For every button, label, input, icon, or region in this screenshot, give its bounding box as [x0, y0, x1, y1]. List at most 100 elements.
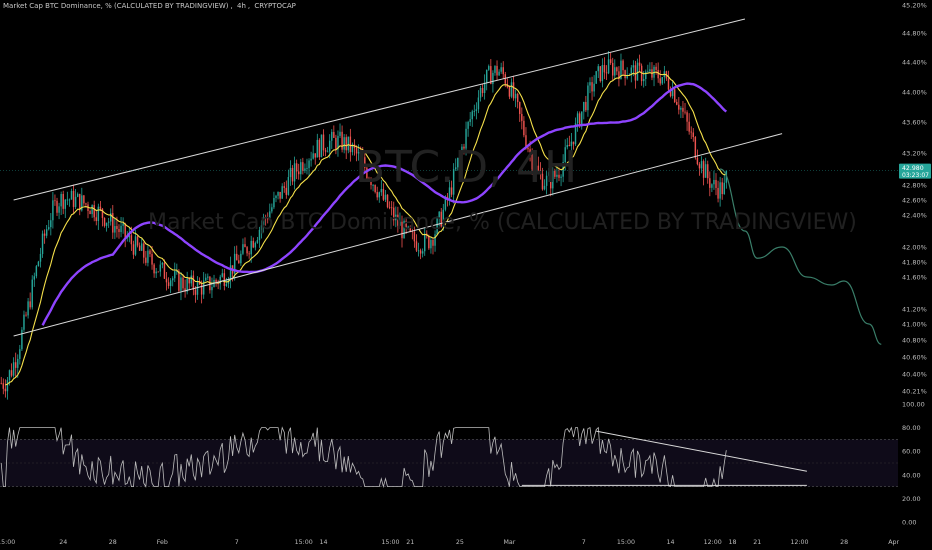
candle-body: [174, 271, 176, 279]
candle-body: [485, 69, 488, 83]
candle: [281, 183, 283, 199]
candle: [680, 106, 682, 119]
time-tick-label: 7: [582, 539, 586, 546]
projection-path[interactable]: [719, 168, 882, 345]
candle-body: [287, 177, 290, 195]
candle: [430, 237, 432, 254]
candle-body: [500, 67, 502, 72]
candle-body: [145, 257, 147, 263]
candle-body: [715, 179, 717, 188]
candle-body: [723, 182, 725, 195]
candle: [316, 133, 319, 158]
price-tick-label: 43.20%: [902, 150, 927, 158]
candle: [107, 217, 110, 228]
candle-body: [479, 87, 482, 98]
candle-body: [707, 164, 709, 179]
price-axis[interactable]: 45.20% 44.80% 44.40% 44.00% 43.60% 43.20% 42.8…: [899, 2, 931, 396]
candle: [54, 194, 56, 206]
candle-body: [488, 66, 490, 70]
candle: [60, 191, 62, 215]
price-tick-label: 42.40%: [902, 212, 927, 220]
oscillator-axis[interactable]: 100.00 80.00 60.00 40.00 20.00 0.00: [902, 401, 925, 527]
candle-body: [153, 264, 155, 274]
candle-body: [12, 362, 15, 376]
candle-body: [649, 69, 651, 72]
candle-body: [603, 65, 606, 73]
candle: [56, 197, 58, 217]
candle: [66, 191, 69, 206]
candle: [256, 236, 259, 244]
price-tick-label: 42.80%: [902, 182, 927, 190]
candle-body: [293, 163, 296, 182]
time-tick-label: 18: [729, 539, 737, 546]
candle: [52, 191, 54, 229]
candle: [169, 278, 172, 294]
candle: [176, 263, 178, 275]
candle-body: [496, 65, 498, 76]
candle: [611, 57, 614, 81]
candle-body: [680, 107, 682, 110]
candle: [322, 129, 325, 157]
candle-body: [339, 131, 341, 136]
current-price-badge: 42.98003:23:07: [899, 163, 931, 179]
candle-body: [171, 278, 174, 281]
price-tick-label: 40.40%: [902, 371, 927, 379]
candle: [153, 263, 155, 278]
candle-body: [273, 198, 275, 208]
candle: [277, 191, 279, 200]
candle: [490, 59, 492, 85]
candle: [207, 273, 209, 281]
candle-body: [136, 236, 139, 246]
candle: [48, 220, 50, 231]
candle: [488, 64, 490, 71]
candle-body: [64, 199, 67, 209]
oscillator-pane[interactable]: [0, 426, 898, 489]
candle-body: [324, 150, 327, 152]
candle: [0, 376, 2, 385]
candle-body: [194, 289, 197, 295]
price-tick-label: 42.00%: [902, 244, 927, 252]
candle: [704, 157, 707, 178]
candle-body: [605, 72, 608, 74]
candle: [326, 146, 329, 153]
chart-canvas[interactable]: 45.20% 44.80% 44.40% 44.00% 43.60% 43.20% 42.8…: [0, 0, 932, 550]
candle: [692, 128, 695, 142]
candle: [291, 165, 294, 186]
candle-body: [155, 271, 157, 274]
header-title: Market Cap BTC Dominance, % (CALCULATED …: [3, 2, 229, 10]
candle-body: [205, 277, 207, 281]
candle: [4, 379, 7, 398]
candle-body: [25, 314, 27, 316]
candle-body: [72, 190, 75, 207]
candle-body: [169, 280, 172, 287]
candle-body: [35, 266, 38, 277]
candle: [171, 276, 174, 287]
candle-body: [39, 253, 42, 262]
time-tick-label: 15:00: [381, 539, 399, 546]
candle-body: [161, 262, 164, 265]
time-tick-label: 25: [456, 539, 464, 546]
candle: [421, 248, 424, 258]
price-tick-label: 44.00%: [902, 89, 927, 97]
candle-body: [151, 254, 153, 265]
time-tick-label: Feb: [157, 539, 168, 546]
candle-body: [0, 382, 2, 384]
candle-body: [434, 234, 436, 246]
candle-body: [17, 358, 19, 368]
candle-body: [306, 168, 308, 169]
candle-body: [384, 194, 387, 200]
candle: [103, 217, 106, 228]
candle: [655, 63, 657, 75]
candle: [308, 158, 310, 178]
candle: [599, 66, 602, 83]
candle: [682, 101, 684, 119]
candle: [508, 85, 511, 100]
time-axis[interactable]: 15:00 24 28 Feb 7 15:00 14 15:00 21 25 Mar 7 15:00 14…: [0, 539, 900, 546]
candle: [304, 163, 306, 174]
candle-body: [333, 131, 335, 138]
candle-body: [698, 164, 701, 169]
candle-body: [521, 113, 523, 121]
candle-body: [647, 71, 649, 73]
candle: [12, 357, 15, 378]
candle-body: [200, 284, 203, 295]
